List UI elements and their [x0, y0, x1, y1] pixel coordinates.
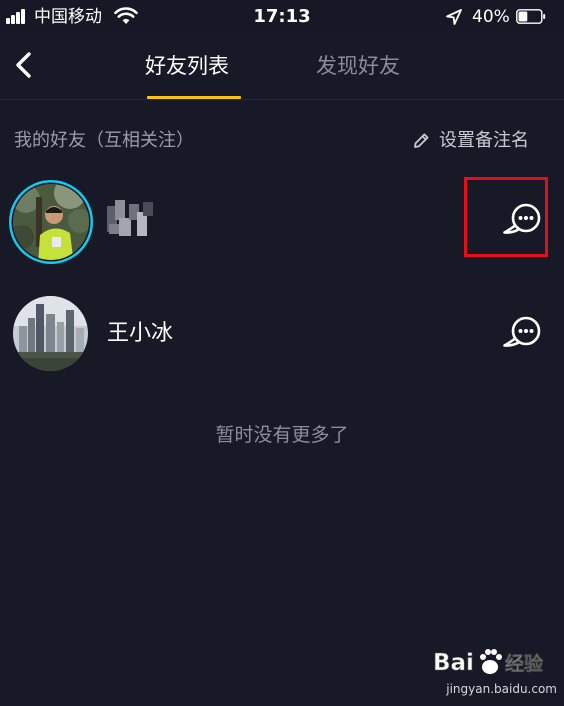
svg-text:经验: 经验 [505, 652, 544, 675]
chat-bubble-icon[interactable] [503, 315, 543, 349]
nav-header: 好友列表 发现好友 [0, 36, 564, 100]
back-button[interactable] [10, 50, 40, 80]
highlight-annotation [464, 177, 548, 257]
blurred-friend-name [107, 200, 153, 236]
section-title: 我的好友（互相关注） [14, 130, 194, 151]
battery-icon [516, 9, 546, 24]
svg-text:Bai: Bai [433, 650, 474, 676]
status-bar: 中国移动 17:13 40% [0, 0, 564, 36]
battery-percent: 40% [472, 7, 510, 27]
avatar[interactable] [8, 179, 94, 265]
set-remark-label: 设置备注名 [439, 130, 529, 151]
pencil-icon [414, 133, 429, 148]
friend-name: 王小冰 [107, 321, 174, 346]
tab-friend-list[interactable]: 好友列表 [145, 52, 229, 80]
no-more-hint: 暂时没有更多了 [215, 424, 349, 446]
tab-discover-friends[interactable]: 发现好友 [316, 52, 400, 80]
watermark-url: jingyan.baidu.com [446, 682, 557, 696]
chevron-left-icon [16, 52, 31, 78]
baidu-logo: Bai 经验 [433, 649, 544, 676]
active-tab-indicator [147, 96, 241, 99]
avatar[interactable] [13, 296, 88, 371]
location-icon [446, 9, 462, 25]
baidu-jingyan-watermark: Bai 经验 jingyan.baidu.com [433, 644, 557, 698]
